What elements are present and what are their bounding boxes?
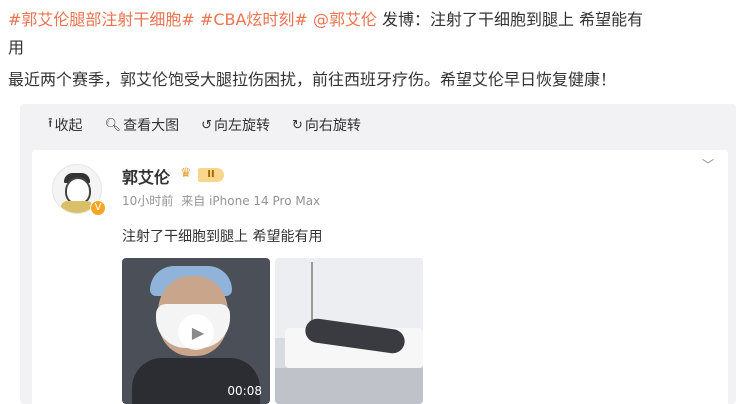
collapse-label: 收起	[54, 118, 83, 134]
post-time[interactable]: 10小时前	[122, 194, 173, 208]
post-body-text-cont: 用	[8, 38, 25, 57]
retweet-box: ⭱ 收起 🔍︎ 查看大图 ↺ 向左旋转 ↻ 向右旋转 V 郭艾伦 ♛ II ﹀ …	[20, 104, 736, 404]
collapse-button[interactable]: ⭱ 收起	[48, 114, 83, 136]
post-meta: 10小时前 来自 iPhone 14 Pro Max	[122, 192, 328, 209]
hashtag-link[interactable]: #郭艾伦腿部注射干细胞#	[8, 10, 195, 29]
view-large-label: 查看大图	[123, 118, 180, 134]
username-link[interactable]: 郭艾伦	[122, 164, 170, 188]
avatar-body	[61, 201, 93, 213]
card-post-text: 注射了干细胞到腿上 希望能有用	[122, 229, 323, 245]
image-toolbar: ⭱ 收起 🔍︎ 查看大图 ↺ 向左旋转 ↻ 向右旋转	[48, 114, 361, 136]
post-comment: 最近两个赛季，郭艾伦饱受大腿拉伤困扰，前往西班牙疗伤。希望艾伦早日恢复健康！	[8, 70, 617, 89]
post-text: #郭艾伦腿部注射干细胞# #CBA炫时刻# @郭艾伦 发博：注射了干细胞到腿上 …	[8, 6, 728, 62]
verified-icon: V	[90, 200, 106, 216]
rotate-right-icon: ↻	[291, 117, 303, 133]
photo-thumbnail[interactable]	[275, 258, 423, 404]
chevron-down-icon[interactable]: ﹀	[702, 156, 714, 173]
view-large-button[interactable]: 🔍︎ 查看大图	[105, 114, 180, 136]
play-icon[interactable]: ▶	[178, 314, 214, 350]
original-post-card: V 郭艾伦 ♛ II ﹀ 10小时前 来自 iPhone 14 Pro Max 注…	[32, 150, 728, 404]
vip-badge[interactable]: II	[198, 168, 224, 182]
video-duration: 00:08	[227, 384, 262, 398]
rotate-left-button[interactable]: ↺ 向左旋转	[201, 114, 270, 136]
magnifier-icon: 🔍︎	[104, 117, 122, 133]
crown-icon: ♛	[180, 166, 192, 181]
rotate-left-icon: ↺	[201, 117, 212, 133]
hashtag-link[interactable]: #CBA炫时刻#	[200, 10, 308, 29]
post-body-text: 发博：注射了干细胞到腿上 希望能有	[376, 10, 644, 29]
room-floor	[275, 368, 423, 404]
post-source: 来自 iPhone 14 Pro Max	[181, 194, 321, 208]
mention-link[interactable]: @郭艾伦	[313, 10, 377, 29]
rotate-left-label: 向左旋转	[213, 118, 270, 134]
rotate-right-button[interactable]: ↻ 向右旋转	[292, 114, 361, 136]
arrow-up-icon: ⭱	[48, 116, 53, 131]
rotate-right-label: 向右旋转	[304, 118, 361, 134]
video-thumbnail[interactable]: ▶ 00:08	[122, 258, 270, 404]
